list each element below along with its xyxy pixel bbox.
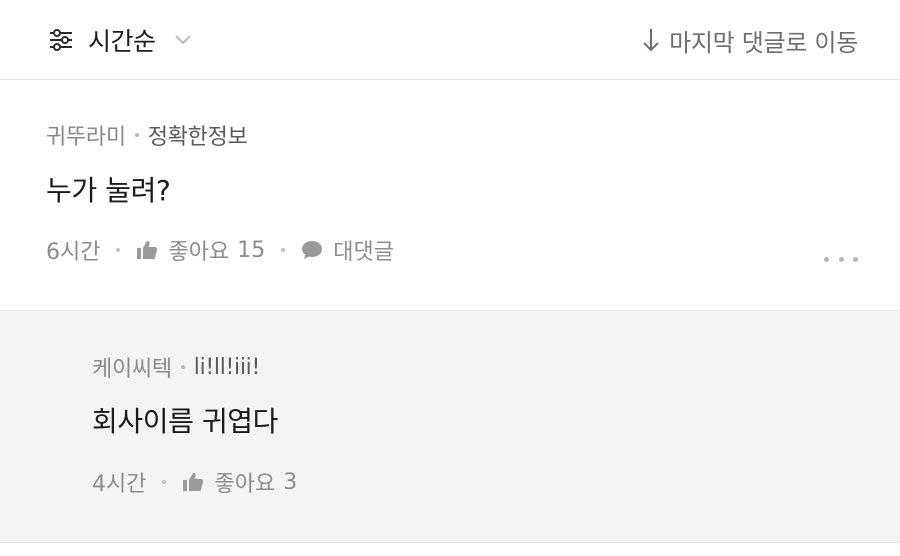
comment-toolbar: 시간순 마지막 댓글로 이동 — [0, 0, 900, 80]
filter-icon — [50, 29, 72, 51]
comment-text: 누가 눌려? — [46, 174, 171, 207]
comment-actions: 6시간 좋아요 15 대댓글 — [46, 234, 394, 266]
like-count: 15 — [237, 237, 266, 263]
sort-label: 시간순 — [88, 27, 156, 56]
more-dot — [838, 256, 844, 262]
reply-meta: 케이씨텍 li!ll!iii! — [92, 351, 260, 383]
thumbs-up-icon — [183, 473, 204, 491]
reply-actions: 4시간 좋아요 3 — [92, 466, 297, 498]
like-label: 좋아요 — [168, 240, 230, 265]
jump-label: 마지막 댓글로 이동 — [669, 28, 858, 57]
jump-to-last-comment-button[interactable]: 마지막 댓글로 이동 — [641, 20, 858, 60]
like-button[interactable]: 좋아요 15 — [136, 234, 265, 266]
more-dot — [853, 256, 858, 262]
action-separator — [162, 480, 167, 484]
speech-bubble-icon — [302, 241, 323, 259]
like-button[interactable]: 좋아요 3 — [182, 466, 297, 498]
reply-time: 4시간 — [92, 472, 147, 497]
meta-separator — [180, 365, 185, 369]
chevron-down-icon — [174, 35, 191, 45]
reply-text: 회사이름 귀엽다 — [92, 405, 279, 438]
reply-item: 케이씨텍 li!ll!iii! 회사이름 귀엽다 4시간 좋아요 3 — [0, 311, 900, 543]
reply-button[interactable]: 대댓글 — [301, 234, 394, 266]
comment-author[interactable]: 귀뚜라미 — [46, 119, 126, 151]
comment-author-grade: 정확한정보 — [147, 125, 248, 150]
comment-meta: 귀뚜라미 정확한정보 — [46, 119, 248, 151]
reply-author[interactable]: 케이씨텍 — [92, 351, 172, 383]
meta-separator — [134, 133, 139, 137]
sort-dropdown[interactable]: 시간순 — [46, 20, 192, 60]
more-options-button[interactable] — [824, 253, 858, 265]
reply-label: 대댓글 — [333, 240, 394, 265]
comment-item: 귀뚜라미 정확한정보 누가 눌려? 6시간 좋아요 15 대댓글 — [0, 81, 900, 311]
action-separator — [116, 248, 121, 252]
arrow-down-icon — [643, 29, 659, 52]
comment-time: 6시간 — [46, 240, 101, 265]
more-dot — [824, 256, 829, 262]
like-label: 좋아요 — [214, 472, 276, 497]
action-separator — [281, 248, 286, 252]
thumbs-up-icon — [137, 241, 158, 259]
like-count: 3 — [283, 469, 298, 495]
reply-author-grade: li!ll!iii! — [193, 354, 261, 380]
